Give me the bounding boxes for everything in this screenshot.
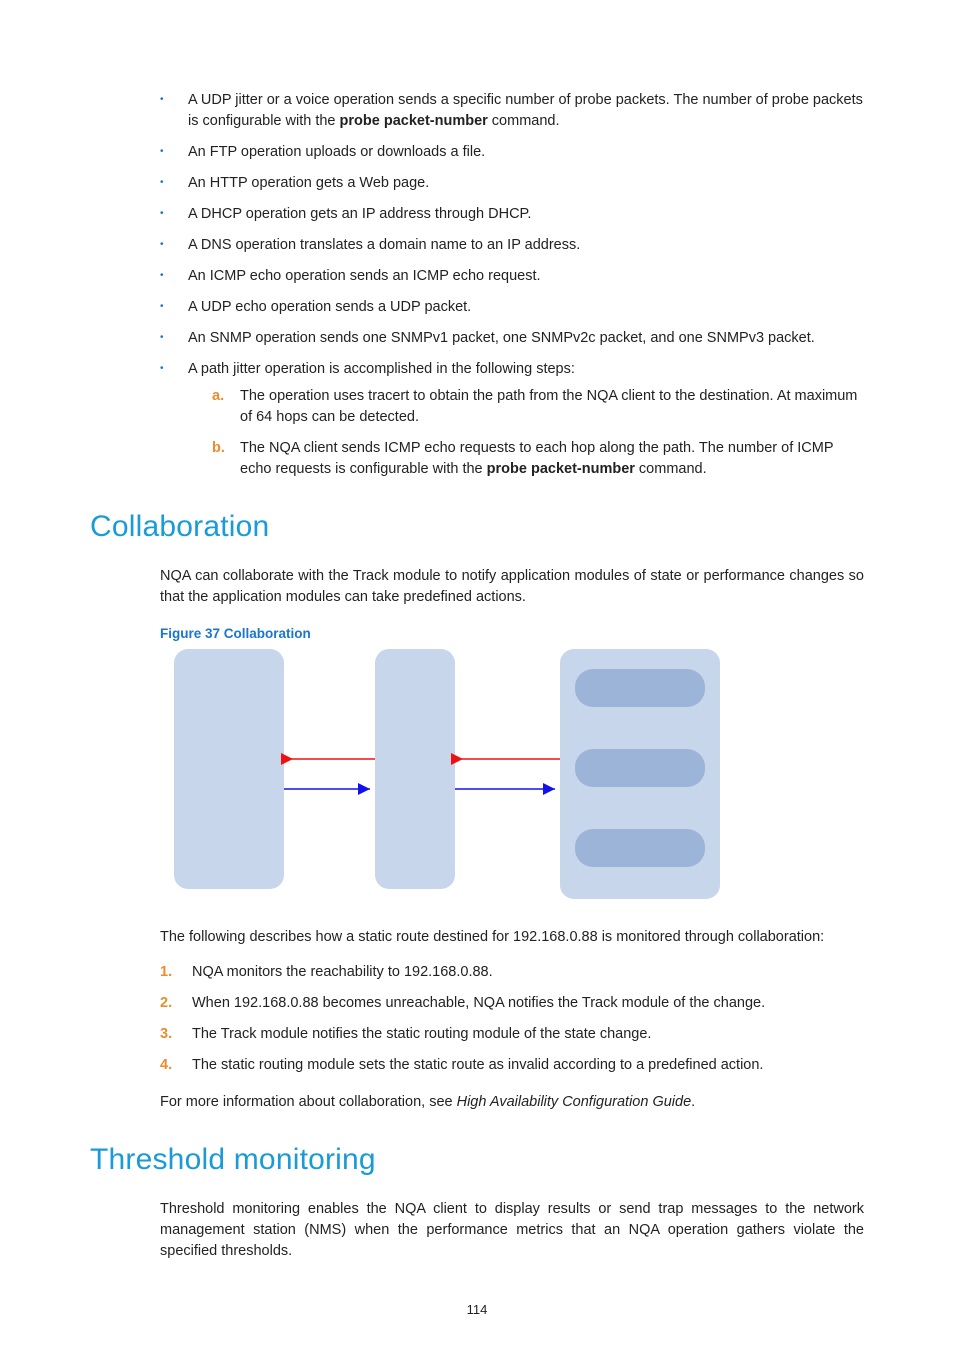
num-marker: 4. bbox=[160, 1055, 172, 1076]
text: The static routing module sets the stati… bbox=[192, 1057, 763, 1073]
text: A UDP echo operation sends a UDP packet. bbox=[188, 299, 471, 315]
text: An FTP operation uploads or downloads a … bbox=[188, 144, 485, 160]
paragraph: NQA can collaborate with the Track modul… bbox=[160, 566, 864, 608]
list-item: An ICMP echo operation sends an ICMP ech… bbox=[150, 266, 864, 287]
paragraph: For more information about collaboration… bbox=[160, 1092, 864, 1113]
cmd: probe packet-number bbox=[487, 461, 635, 477]
list-item: 1. NQA monitors the reachability to 192.1… bbox=[160, 962, 864, 983]
page-number: 114 bbox=[90, 1302, 864, 1317]
text: An ICMP echo operation sends an ICMP ech… bbox=[188, 268, 541, 284]
cmd: probe packet-number bbox=[340, 113, 488, 129]
heading-threshold: Threshold monitoring bbox=[90, 1143, 864, 1177]
text: An HTTP operation gets a Web page. bbox=[188, 175, 429, 191]
figure-collaboration bbox=[160, 649, 864, 899]
num-marker: 3. bbox=[160, 1024, 172, 1045]
numbered-list: 1. NQA monitors the reachability to 192.1… bbox=[160, 962, 864, 1076]
list-item: 3. The Track module notifies the static r… bbox=[160, 1024, 864, 1045]
text: When 192.168.0.88 becomes unreachable, N… bbox=[192, 995, 765, 1011]
num-marker: 2. bbox=[160, 993, 172, 1014]
text: The operation uses tracert to obtain the… bbox=[240, 388, 857, 425]
text: NQA monitors the reachability to 192.168… bbox=[192, 964, 493, 980]
text: command. bbox=[635, 461, 707, 477]
substep: a. The operation uses tracert to obtain t… bbox=[212, 386, 864, 428]
reference: High Availability Configuration Guide bbox=[457, 1094, 692, 1110]
paragraph: Threshold monitoring enables the NQA cli… bbox=[160, 1199, 864, 1262]
list-item: A DHCP operation gets an IP address thro… bbox=[150, 204, 864, 225]
text: A DNS operation translates a domain name… bbox=[188, 237, 580, 253]
text: A path jitter operation is accomplished … bbox=[188, 361, 575, 377]
figure-caption: Figure 37 Collaboration bbox=[160, 626, 864, 641]
text: An SNMP operation sends one SNMPv1 packe… bbox=[188, 330, 815, 346]
list-item: A UDP echo operation sends a UDP packet. bbox=[150, 297, 864, 318]
marker: b. bbox=[212, 438, 225, 459]
text: . bbox=[691, 1094, 695, 1110]
substep: b.The NQA client sends ICMP echo request… bbox=[212, 438, 864, 480]
list-item: A path jitter operation is accomplished … bbox=[150, 359, 864, 480]
marker: a. bbox=[212, 386, 224, 407]
num-marker: 1. bbox=[160, 962, 172, 983]
list-item: 4. The static routing module sets the sta… bbox=[160, 1055, 864, 1076]
list-item: A UDP jitter or a voice operation sends … bbox=[150, 90, 864, 132]
list-item: An SNMP operation sends one SNMPv1 packe… bbox=[150, 328, 864, 349]
list-item: A DNS operation translates a domain name… bbox=[150, 235, 864, 256]
text: command. bbox=[488, 113, 560, 129]
heading-collaboration: Collaboration bbox=[90, 510, 864, 544]
figure-arrows bbox=[160, 649, 760, 899]
list-item: An HTTP operation gets a Web page. bbox=[150, 173, 864, 194]
list-item: An FTP operation uploads or downloads a … bbox=[150, 142, 864, 163]
list-item: 2. When 192.168.0.88 becomes unreachable,… bbox=[160, 993, 864, 1014]
paragraph: The following describes how a static rou… bbox=[160, 927, 864, 948]
text: A DHCP operation gets an IP address thro… bbox=[188, 206, 531, 222]
bullet-list: A UDP jitter or a voice operation sends … bbox=[150, 90, 864, 480]
text: For more information about collaboration… bbox=[160, 1094, 457, 1110]
text: The Track module notifies the static rou… bbox=[192, 1026, 651, 1042]
substep-list: a. The operation uses tracert to obtain t… bbox=[212, 386, 864, 480]
